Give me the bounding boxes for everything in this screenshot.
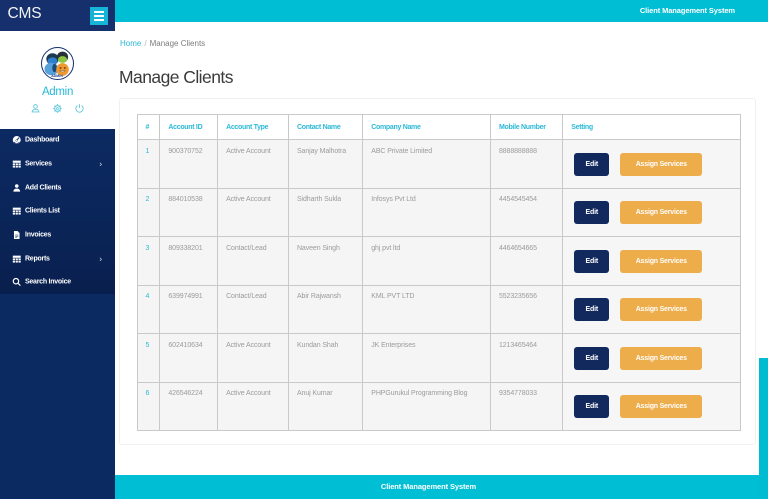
svg-text:ADMIN: ADMIN: [51, 74, 63, 78]
